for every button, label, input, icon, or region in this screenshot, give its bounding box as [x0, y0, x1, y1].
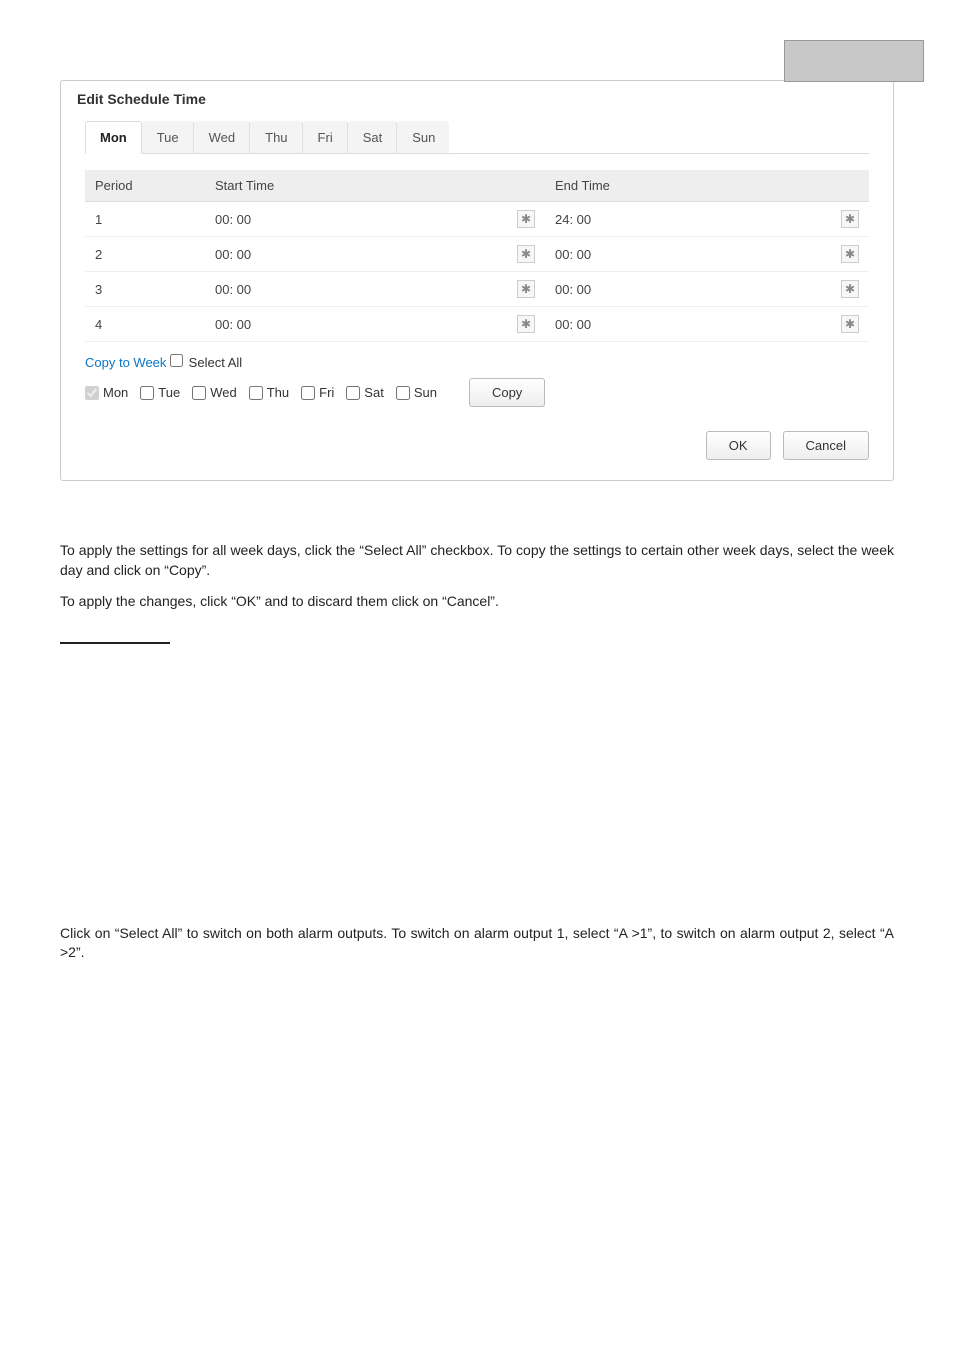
tab-mon[interactable]: Mon: [85, 121, 142, 154]
check-mon: [85, 386, 99, 400]
dialog-title: Edit Schedule Time: [61, 81, 893, 121]
tab-fri[interactable]: Fri: [303, 121, 348, 153]
clock-icon[interactable]: ✱: [841, 280, 859, 298]
check-sun-label: Sun: [414, 385, 437, 400]
instruction-paragraph: Click on “Select All” to switch on both …: [60, 924, 894, 963]
schedule-table: Period Start Time End Time 1 00: 00 ✱ 24:…: [85, 170, 869, 342]
check-sat[interactable]: [346, 386, 360, 400]
day-checkboxes: Mon Tue Wed Thu Fri Sat Sun Copy: [85, 378, 869, 407]
tab-wed[interactable]: Wed: [194, 121, 251, 153]
clock-icon[interactable]: ✱: [517, 245, 535, 263]
select-all-checkbox[interactable]: [170, 354, 183, 367]
period-cell: 3: [85, 272, 205, 307]
clock-icon[interactable]: ✱: [517, 280, 535, 298]
edit-schedule-dialog: Edit Schedule Time Mon Tue Wed Thu Fri S…: [60, 80, 894, 481]
tab-sun[interactable]: Sun: [397, 121, 449, 153]
copy-to-week-label: Copy to Week: [85, 355, 166, 370]
header-start-time: Start Time: [205, 170, 545, 202]
instruction-text-block: Click on “Select All” to switch on both …: [60, 924, 894, 963]
clock-icon[interactable]: ✱: [517, 315, 535, 333]
tab-tue[interactable]: Tue: [142, 121, 194, 153]
table-row: 4 00: 00 ✱ 00: 00 ✱: [85, 307, 869, 342]
check-sat-label: Sat: [364, 385, 384, 400]
check-mon-label: Mon: [103, 385, 128, 400]
tab-sat[interactable]: Sat: [348, 121, 398, 153]
tab-thu[interactable]: Thu: [250, 121, 302, 153]
end-time-value[interactable]: 00: 00: [555, 317, 591, 332]
copy-to-week-section: Copy to Week Select All Mon Tue Wed Thu …: [85, 342, 869, 407]
end-time-value[interactable]: 00: 00: [555, 247, 591, 262]
start-time-value[interactable]: 00: 00: [215, 317, 251, 332]
copy-button[interactable]: Copy: [469, 378, 545, 407]
start-time-value[interactable]: 00: 00: [215, 282, 251, 297]
check-wed-label: Wed: [210, 385, 237, 400]
check-thu-label: Thu: [267, 385, 289, 400]
check-sun[interactable]: [396, 386, 410, 400]
check-tue[interactable]: [140, 386, 154, 400]
cancel-button[interactable]: Cancel: [783, 431, 869, 460]
clock-icon[interactable]: ✱: [841, 210, 859, 228]
instruction-text-block: To apply the settings for all week days,…: [60, 541, 894, 612]
period-cell: 1: [85, 202, 205, 237]
header-period: Period: [85, 170, 205, 202]
check-fri[interactable]: [301, 386, 315, 400]
ok-button[interactable]: OK: [706, 431, 771, 460]
start-time-value[interactable]: 00: 00: [215, 247, 251, 262]
check-tue-label: Tue: [158, 385, 180, 400]
instruction-paragraph: To apply the settings for all week days,…: [60, 541, 894, 580]
end-time-value[interactable]: 00: 00: [555, 282, 591, 297]
header-end-time: End Time: [545, 170, 869, 202]
select-all-label: Select All: [189, 355, 242, 370]
table-row: 1 00: 00 ✱ 24: 00 ✱: [85, 202, 869, 237]
check-thu[interactable]: [249, 386, 263, 400]
clock-icon[interactable]: ✱: [841, 315, 859, 333]
table-row: 2 00: 00 ✱ 00: 00 ✱: [85, 237, 869, 272]
header-placeholder-box: [784, 40, 924, 82]
start-time-value[interactable]: 00: 00: [215, 212, 251, 227]
period-cell: 4: [85, 307, 205, 342]
table-row: 3 00: 00 ✱ 00: 00 ✱: [85, 272, 869, 307]
clock-icon[interactable]: ✱: [517, 210, 535, 228]
end-time-value[interactable]: 24: 00: [555, 212, 591, 227]
day-tabs: Mon Tue Wed Thu Fri Sat Sun: [85, 121, 869, 154]
check-fri-label: Fri: [319, 385, 334, 400]
period-cell: 2: [85, 237, 205, 272]
clock-icon[interactable]: ✱: [841, 245, 859, 263]
check-wed[interactable]: [192, 386, 206, 400]
instruction-paragraph: To apply the changes, click “OK” and to …: [60, 592, 894, 612]
dialog-actions: OK Cancel: [61, 407, 893, 460]
